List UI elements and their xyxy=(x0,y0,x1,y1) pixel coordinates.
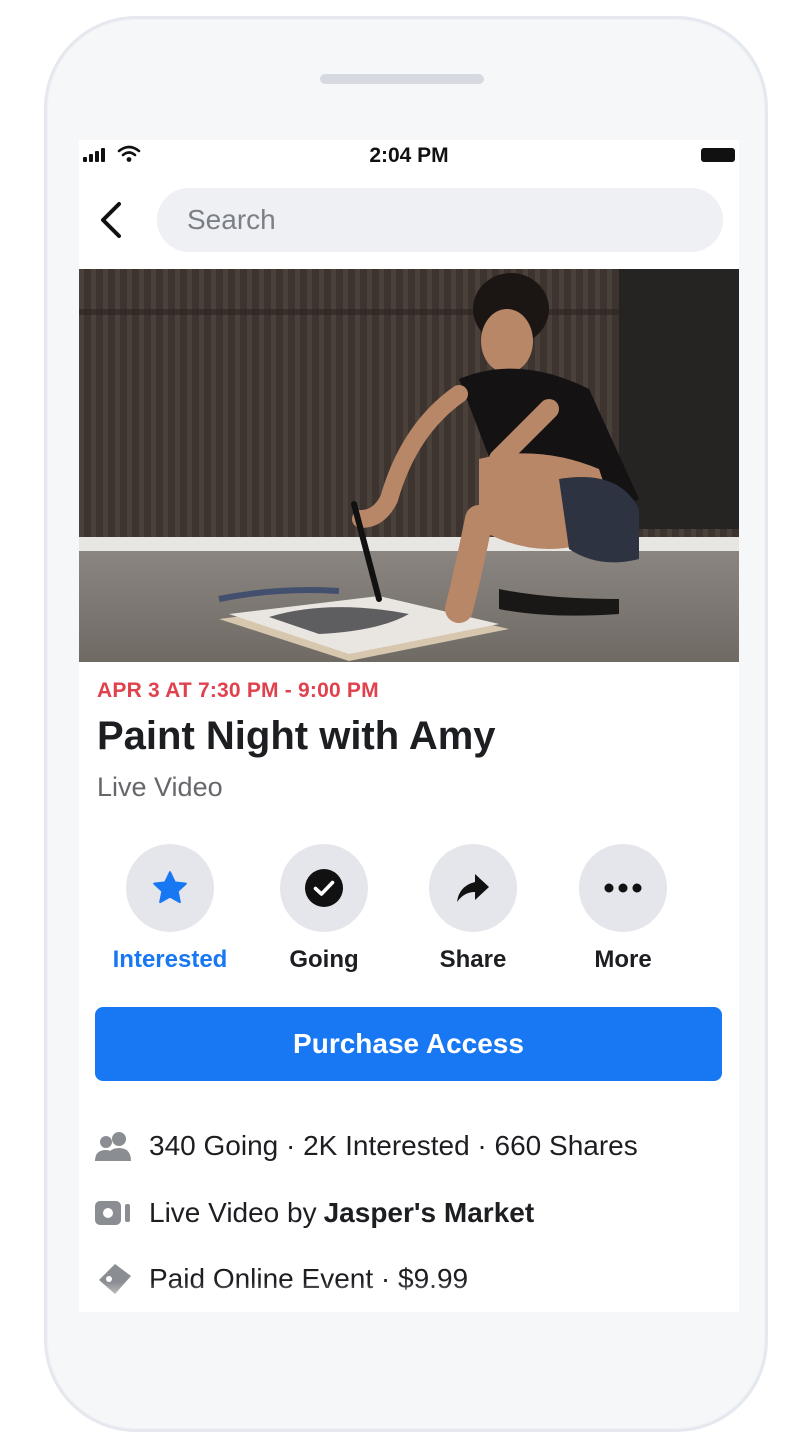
more-label: More xyxy=(594,946,652,973)
interested-circle xyxy=(126,844,214,932)
going-button[interactable]: Going xyxy=(249,844,399,974)
share-arrow-icon xyxy=(457,874,489,902)
status-bar: 2:04 PM xyxy=(79,140,739,170)
more-button[interactable]: More xyxy=(548,844,698,974)
more-dots-icon xyxy=(604,883,642,893)
event-actions: Interested Going Share More xyxy=(79,844,739,984)
host-row: Live Video by Jasper's Market xyxy=(95,1191,735,1235)
interested-label: Interested xyxy=(112,946,228,973)
event-stats-row: 340 Going · 2K Interested · 660 Shares xyxy=(95,1124,735,1168)
event-subtitle: Live Video xyxy=(97,772,223,802)
purchase-access-label: Purchase Access xyxy=(293,1028,524,1059)
share-label: Share xyxy=(439,946,507,973)
purchase-access-button[interactable]: Purchase Access xyxy=(95,1007,722,1081)
event-title: Paint Night with Amy xyxy=(97,714,496,758)
check-circle-icon xyxy=(305,869,343,907)
app-screen: 2:04 PM Search APR 3 AT 7:30 PM - 9:00 P… xyxy=(79,140,739,1312)
event-stats-text: 340 Going · 2K Interested · 660 Shares xyxy=(149,1130,638,1161)
back-arrow-icon[interactable] xyxy=(93,200,129,240)
event-cover-photo xyxy=(79,269,739,662)
status-time: 2:04 PM xyxy=(369,144,449,167)
host-name-link[interactable]: Jasper's Market xyxy=(324,1197,535,1229)
battery-icon xyxy=(701,148,735,162)
interested-button[interactable]: Interested xyxy=(95,844,245,974)
video-camera-icon xyxy=(95,1198,133,1228)
host-prefix: Live Video by xyxy=(149,1197,317,1228)
going-circle xyxy=(280,844,368,932)
share-circle xyxy=(429,844,517,932)
event-date: APR 3 AT 7:30 PM - 9:00 PM xyxy=(97,679,379,702)
search-header: Search xyxy=(79,186,739,256)
share-button[interactable]: Share xyxy=(398,844,548,974)
people-icon xyxy=(95,1131,133,1161)
phone-speaker xyxy=(320,74,484,84)
more-circle xyxy=(579,844,667,932)
star-icon xyxy=(153,871,187,904)
going-label: Going xyxy=(289,946,359,973)
search-placeholder: Search xyxy=(187,204,276,235)
search-input[interactable]: Search xyxy=(157,188,723,252)
scroll-fade xyxy=(79,1282,739,1312)
